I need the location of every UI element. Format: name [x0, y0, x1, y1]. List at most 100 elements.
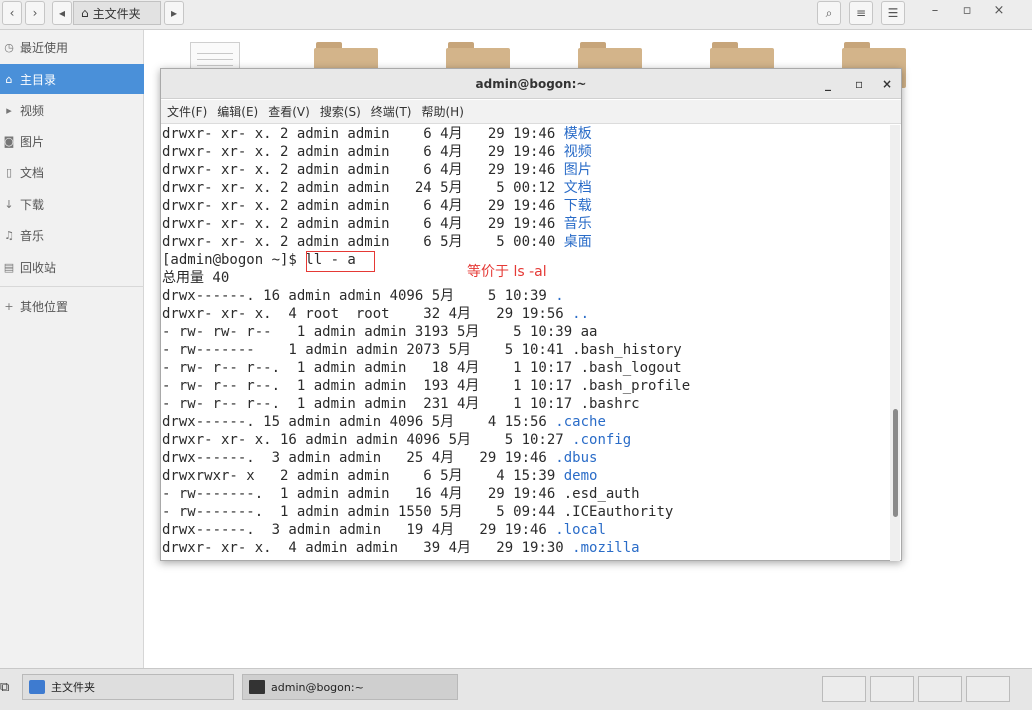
close-button[interactable]: × — [988, 3, 1010, 18]
terminal-icon — [249, 680, 265, 694]
terminal-filename: . — [555, 288, 564, 304]
terminal-minimize-button[interactable]: _ — [825, 77, 831, 91]
workspace-switcher-2[interactable] — [870, 676, 914, 702]
terminal-line-text: drwxr- xr- x. 4 admin admin 39 4月 29 19:… — [162, 540, 573, 556]
terminal-line-text: drwx------. 16 admin admin 4096 5月 5 10:… — [162, 288, 556, 304]
terminal-filename: 桌面 — [563, 234, 592, 250]
terminal-line: drwx------. 16 admin admin 4096 5月 5 10:… — [162, 287, 564, 305]
menu-search[interactable]: 搜索(S) — [320, 103, 361, 120]
terminal-line-text: - rw- r-- r--. 1 admin admin 193 4月 1 10… — [162, 378, 581, 394]
terminal-scroll-thumb[interactable] — [893, 409, 898, 517]
terminal-filename: 下载 — [563, 198, 592, 214]
terminal-line-text: drwx------. 15 admin admin 4096 5月 4 15:… — [162, 414, 556, 430]
document-icon: ▯ — [5, 165, 13, 179]
maximize-button[interactable]: ▫ — [956, 3, 978, 18]
view-options-button[interactable]: ≡ — [849, 1, 873, 25]
terminal-line-text: - rw------- 1 admin admin 2073 5月 5 10:4… — [162, 342, 573, 358]
trash-icon: ▤ — [3, 260, 15, 274]
sidebar-item-label: 视频 — [20, 103, 45, 118]
home-icon: ⌂ — [81, 6, 89, 20]
terminal-line-text: drwxr- xr- x. 2 admin admin 6 4月 29 19:4… — [162, 126, 564, 142]
terminal-line-text: - rw- r-- r--. 1 admin admin 231 4月 1 10… — [162, 396, 581, 412]
terminal-maximize-button[interactable]: ▫ — [855, 77, 863, 91]
terminal-line: drwxr- xr- x. 2 admin admin 24 5月 5 00:1… — [162, 179, 592, 197]
terminal-close-button[interactable]: × — [882, 77, 892, 91]
taskbar-item-file-manager[interactable]: 主文件夹 — [22, 674, 234, 700]
menu-view[interactable]: 查看(V) — [268, 103, 310, 120]
terminal-line: drwxr- xr- x. 4 admin admin 39 4月 29 19:… — [162, 539, 640, 557]
menu-icon: ☰ — [887, 6, 899, 20]
sidebar-item-downloads[interactable]: ↓ 下载 — [0, 189, 144, 219]
terminal-line-text: drwxr- xr- x. 2 admin admin 6 4月 29 19:4… — [162, 162, 564, 178]
home-icon: ⌂ — [5, 72, 13, 86]
back-button[interactable]: ‹ — [2, 1, 22, 25]
sidebar-item-videos[interactable]: ▸ 视频 — [0, 95, 144, 125]
terminal-titlebar[interactable]: admin@bogon:~ — [161, 69, 901, 99]
sidebar-item-other-locations[interactable]: + 其他位置 — [0, 291, 144, 321]
terminal-filename: .ICEauthority — [563, 504, 674, 520]
path-right-button[interactable]: ▸ — [164, 1, 184, 25]
download-icon: ↓ — [4, 197, 14, 211]
sidebar-item-label: 回收站 — [20, 260, 57, 275]
terminal-line-text: drwx------. 3 admin admin 25 4月 29 19:46 — [162, 450, 556, 466]
terminal-output[interactable]: drwxr- xr- x. 2 admin admin 6 4月 29 19:4… — [161, 125, 889, 561]
terminal-line: - rw------- 1 admin admin 2073 5月 5 10:4… — [162, 341, 682, 359]
terminal-line-text: - rw-------. 1 admin admin 16 4月 29 19:4… — [162, 486, 564, 502]
terminal-line: - rw-------. 1 admin admin 1550 5月 5 09:… — [162, 503, 673, 521]
terminal-window: admin@bogon:~ _ ▫ × 文件(F) 编辑(E) 查看(V) 搜索… — [160, 68, 902, 561]
terminal-filename: aa — [580, 324, 598, 340]
terminal-filename: .. — [572, 306, 590, 322]
terminal-filename: 文档 — [563, 180, 592, 196]
command-highlight-box — [306, 251, 375, 272]
terminal-filename: .bash_profile — [580, 378, 691, 394]
terminal-line: - rw- r-- r--. 1 admin admin 18 4月 1 10:… — [162, 359, 682, 377]
menu-button[interactable]: ☰ — [881, 1, 905, 25]
sidebar-item-documents[interactable]: ▯ 文档 — [0, 157, 144, 187]
menu-help[interactable]: 帮助(H) — [422, 103, 464, 120]
terminal-line: drwxr- xr- x. 2 admin admin 6 4月 29 19:4… — [162, 197, 592, 215]
terminal-filename: 音乐 — [563, 216, 592, 232]
workspace-switcher-4[interactable] — [966, 676, 1010, 702]
workspace-icon[interactable]: ⧉ — [0, 680, 9, 695]
terminal-line-text: drwxrwxr- x 2 admin admin 6 5月 4 15:39 — [162, 468, 564, 484]
sidebar-item-label: 下载 — [20, 197, 45, 212]
terminal-filename: 视频 — [563, 144, 592, 160]
workspace-switcher-1[interactable] — [822, 676, 866, 702]
sidebar-item-label: 最近使用 — [20, 40, 69, 55]
terminal-line: drwxr- xr- x. 2 admin admin 6 4月 29 19:4… — [162, 161, 592, 179]
sidebar-separator — [0, 286, 144, 287]
menu-edit[interactable]: 编辑(E) — [217, 103, 258, 120]
sidebar-item-recent[interactable]: ◷ 最近使用 — [0, 32, 144, 62]
menu-terminal[interactable]: 终端(T) — [371, 103, 412, 120]
sidebar-item-music[interactable]: ♫ 音乐 — [0, 220, 144, 250]
terminal-line-text: drwxr- xr- x. 16 admin admin 4096 5月 5 1… — [162, 432, 573, 448]
taskbar-item-terminal[interactable]: admin@bogon:~ — [242, 674, 458, 700]
terminal-line: drwx------. 3 admin admin 19 4月 29 19:46… — [162, 521, 606, 539]
sidebar-item-trash[interactable]: ▤ 回收站 — [0, 252, 144, 282]
terminal-line: drwxr- xr- x. 2 admin admin 6 5月 5 00:40… — [162, 233, 592, 251]
taskbar: ⧉ 主文件夹 admin@bogon:~ — [0, 668, 1032, 710]
terminal-filename: 模板 — [563, 126, 592, 142]
taskbar-item-label: admin@bogon:~ — [271, 680, 364, 694]
terminal-line: - rw-------. 1 admin admin 16 4月 29 19:4… — [162, 485, 640, 503]
taskbar-item-label: 主文件夹 — [51, 681, 95, 694]
search-button[interactable]: ⌕ — [817, 1, 841, 25]
breadcrumb[interactable]: ⌂ 主文件夹 — [73, 1, 161, 25]
workspace-switcher-3[interactable] — [918, 676, 962, 702]
path-left-button[interactable]: ◂ — [52, 1, 72, 25]
terminal-line: drwxr- xr- x. 4 root root 32 4月 29 19:56… — [162, 305, 589, 323]
breadcrumb-label: 主文件夹 — [92, 6, 141, 21]
terminal-line-text: - rw-------. 1 admin admin 1550 5月 5 09:… — [162, 504, 564, 520]
file-manager-header: ‹ › ◂ ⌂ 主文件夹 ▸ ⌕ ≡ ☰ – ▫ × — [0, 0, 1032, 30]
sidebar-item-label: 其他位置 — [20, 299, 69, 314]
sidebar-item-pictures[interactable]: ◙ 图片 — [0, 126, 144, 156]
terminal-line-text: drwxr- xr- x. 2 admin admin 24 5月 5 00:1… — [162, 180, 564, 196]
view-options-icon: ≡ — [855, 6, 867, 20]
annotation-text: 等价于 ls -al — [467, 264, 547, 280]
file-manager-icon — [29, 680, 45, 694]
terminal-line-text: - rw- rw- r-- 1 admin admin 3193 5月 5 10… — [162, 324, 581, 340]
minimize-button[interactable]: – — [924, 3, 946, 18]
sidebar-item-home[interactable]: ⌂ 主目录 — [0, 64, 144, 94]
forward-button[interactable]: › — [25, 1, 45, 25]
menu-file[interactable]: 文件(F) — [167, 103, 207, 120]
